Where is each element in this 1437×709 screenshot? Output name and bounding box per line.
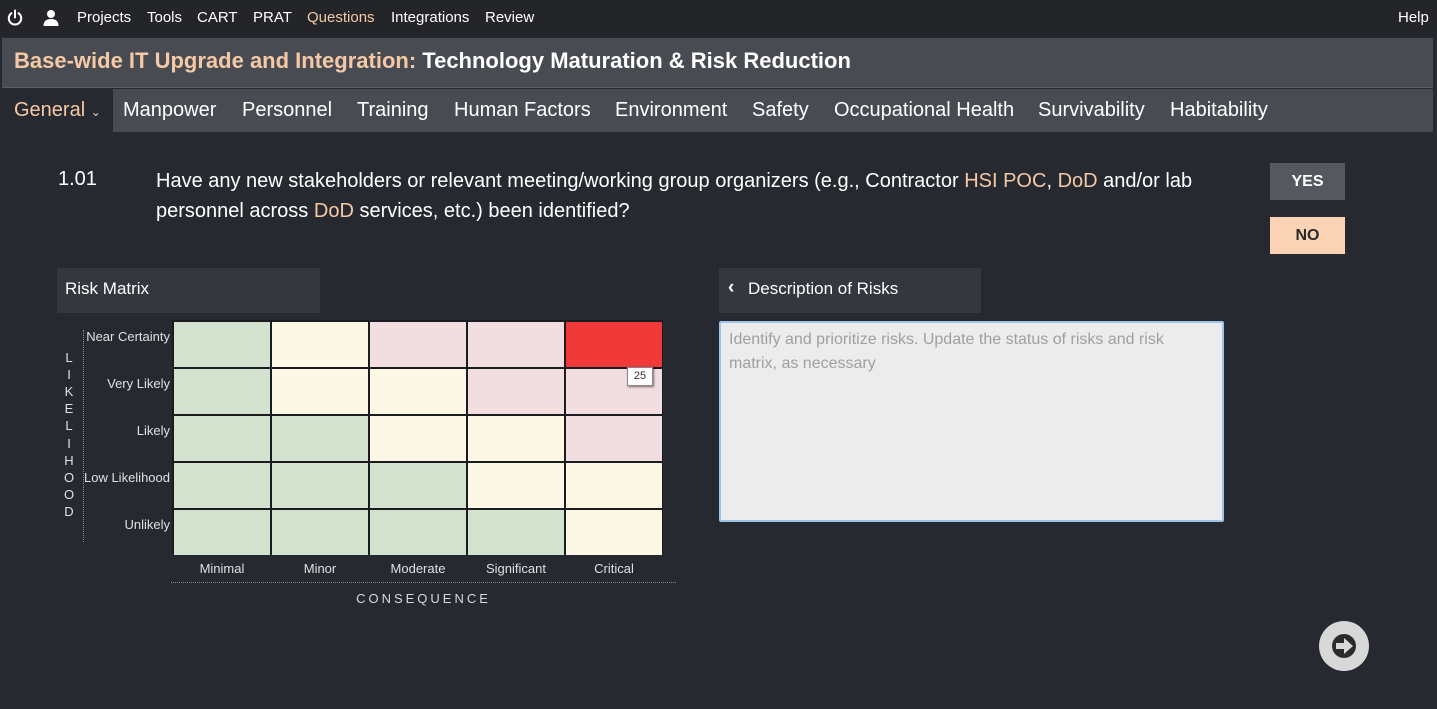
nav-help[interactable]: Help [1398,9,1429,26]
likelihood-letter: K [64,384,74,400]
tab-general-label: General [14,99,86,121]
risk-cell[interactable] [174,322,270,367]
question-text-part: Have any new stakeholders or relevant me… [156,170,965,192]
nav-questions[interactable]: Questions [307,9,375,26]
risk-cell[interactable] [174,369,270,414]
risk-cell[interactable] [272,322,368,367]
yes-button[interactable]: YES [1270,163,1345,200]
risk-cell[interactable] [566,463,662,508]
risk-cell[interactable] [272,510,368,555]
question-text: Have any new stakeholders or relevant me… [156,166,1246,226]
column-label: Minimal [199,561,245,576]
likelihood-letter: D [64,503,74,519]
risk-cell[interactable] [370,369,466,414]
risk-cell[interactable] [370,510,466,555]
user-icon[interactable] [42,9,60,27]
risk-cell[interactable] [174,416,270,461]
likelihood-letter: I [67,435,71,451]
section-name: Technology Maturation & Risk Reduction [422,48,851,73]
consequence-label: CONSEQUENCE [356,591,491,606]
likelihood-letter: L [65,350,73,365]
question-number: 1.01 [58,168,97,190]
next-button[interactable] [1319,621,1369,671]
nav-projects[interactable]: Projects [77,9,131,26]
tab-survivability[interactable]: Survivability [1038,89,1145,132]
consequence-axis-line [171,582,676,583]
row-label: Very Likely [107,376,170,391]
page-title: Base-wide IT Upgrade and Integration: Te… [14,48,851,74]
risk-cell[interactable] [566,322,662,367]
likelihood-letter: L [65,418,73,434]
project-name: Base-wide IT Upgrade and Integration: [14,48,417,73]
risk-cell[interactable] [468,510,564,555]
risk-matrix-title: Risk Matrix [65,279,150,298]
risk-cell[interactable] [174,463,270,508]
column-label: Significant [486,561,546,576]
acronym-dod: DoD [1057,170,1098,192]
tab-safety[interactable]: Safety [752,89,809,132]
power-icon[interactable] [6,9,24,27]
row-label: Near Certainty [86,329,170,344]
risk-cell[interactable] [174,510,270,555]
row-labels: Near Certainty Very Likely Likely Low Likel… [84,322,170,554]
likelihood-letter: I [67,367,71,383]
acronym-hsi-poc: HSI POC [964,170,1047,192]
column-label: Moderate [390,561,446,576]
tab-training[interactable]: Training [357,89,429,132]
risk-cell[interactable] [566,416,662,461]
tab-general[interactable]: General ⌄ [2,89,113,132]
likelihood-letter: E [64,401,74,417]
risk-cell[interactable] [468,369,564,414]
likelihood-letter: O [63,469,75,485]
risk-description-input[interactable] [719,321,1224,522]
risk-cell[interactable] [566,510,662,555]
nav-tools[interactable]: Tools [147,9,182,26]
risk-cell[interactable] [272,463,368,508]
risk-cell[interactable] [468,416,564,461]
risk-cell[interactable] [468,322,564,367]
tab-manpower[interactable]: Manpower [123,89,216,132]
tab-environment[interactable]: Environment [615,89,727,132]
row-label: Unlikely [124,517,170,532]
risk-matrix-grid [172,320,663,555]
nav-review[interactable]: Review [485,9,534,26]
risk-cell[interactable] [370,416,466,461]
arrow-right-icon [1332,634,1356,658]
likelihood-letter: H [64,452,74,468]
acronym-dod: DoD [313,200,354,222]
row-label: Likely [136,423,170,438]
tab-habitability[interactable]: Habitability [1170,89,1268,132]
risk-cell[interactable] [370,322,466,367]
risk-cell[interactable] [272,369,368,414]
risk-cell[interactable] [370,463,466,508]
tab-occupational-health[interactable]: Occupational Health [834,89,1014,132]
chevron-down-icon: ⌄ [90,105,101,119]
column-label: Minor [303,561,337,576]
nav-prat[interactable]: PRAT [253,9,292,26]
tab-human-factors[interactable]: Human Factors [454,89,591,132]
question-text-part: services, etc.) been identified? [353,200,630,222]
risk-cell[interactable] [272,416,368,461]
risk-cell[interactable] [468,463,564,508]
page-title-bar: Base-wide IT Upgrade and Integration: Te… [2,38,1433,88]
no-button[interactable]: NO [1270,217,1345,254]
tab-personnel[interactable]: Personnel [242,89,332,132]
column-label: Critical [594,561,634,576]
question-text-part: , [1046,170,1058,192]
risk-matrix-header: Risk Matrix [57,268,320,313]
nav-integrations[interactable]: Integrations [391,9,469,26]
top-nav-bar: Projects Tools CART PRAT Questions Integ… [0,0,1437,36]
risk-score-tooltip: 25 [627,367,653,386]
description-header[interactable]: ‹ Description of Risks [719,268,981,313]
nav-cart[interactable]: CART [197,9,238,26]
domain-tabs: General ⌄ Manpower Personnel Training Hu… [2,89,1433,132]
row-label: Low Likelihood [83,470,170,485]
description-title: Description of Risks [748,279,899,298]
likelihood-letter: O [63,486,75,502]
chevron-left-icon[interactable]: ‹ [728,277,734,299]
